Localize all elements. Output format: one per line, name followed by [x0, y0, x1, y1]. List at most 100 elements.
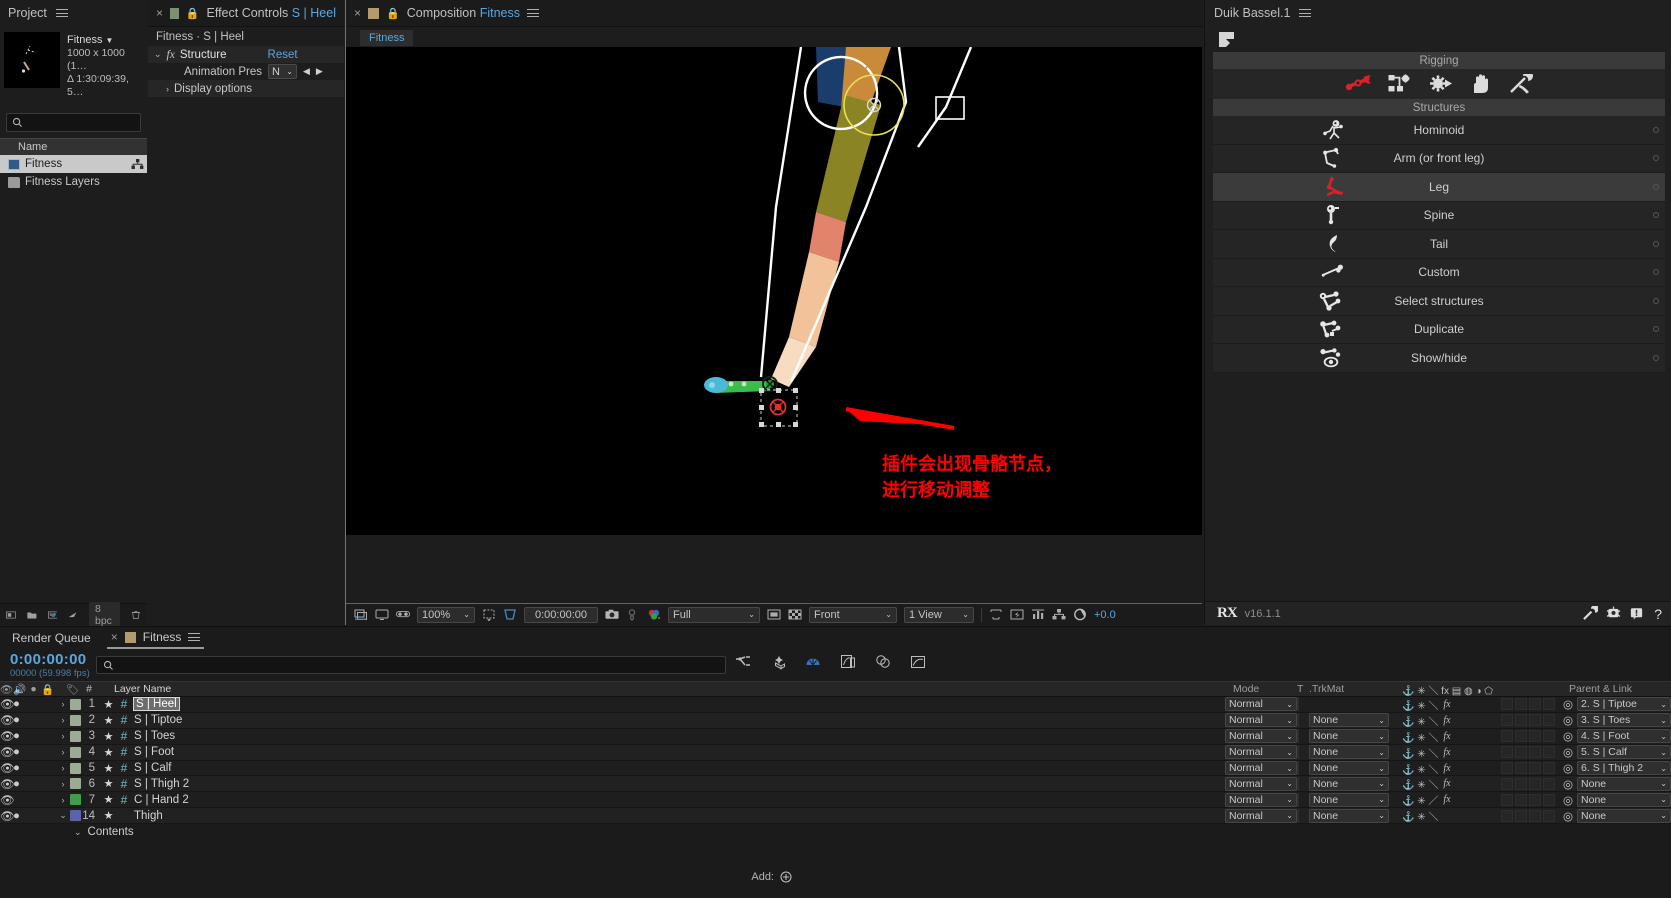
preserve-transparency-toggle[interactable]: [1297, 761, 1299, 775]
chevron-right-icon[interactable]: ›: [56, 699, 70, 709]
parent-header[interactable]: Parent & Link: [1563, 683, 1671, 695]
toggle-mask-paths-icon[interactable]: [767, 608, 781, 621]
project-item-fitness[interactable]: Fitness: [0, 155, 147, 173]
timeline-search-input[interactable]: [96, 656, 726, 674]
quality-icon[interactable]: ★: [101, 762, 116, 775]
enable-frame-blending-icon[interactable]: [770, 654, 786, 670]
3d-icon[interactable]: #: [116, 729, 132, 743]
video-toggle[interactable]: 👁: [0, 745, 15, 759]
zoom-dropdown[interactable]: 100% ⌄: [417, 606, 475, 623]
audio-toggle[interactable]: ●: [13, 762, 26, 774]
project-search-input[interactable]: [6, 113, 141, 132]
layer-label-color[interactable]: [70, 698, 81, 710]
preserve-transparency-toggle[interactable]: [1297, 776, 1299, 791]
animation-presets-dropdown[interactable]: N ⌄: [267, 64, 297, 79]
trkmat-dropdown[interactable]: None ⌄: [1309, 776, 1389, 791]
parent-pickwhip-icon[interactable]: ◎: [1563, 793, 1573, 807]
audio-toggle[interactable]: ●: [13, 778, 26, 790]
parent-dropdown[interactable]: 2. S | Tiptoe ⌄: [1577, 697, 1671, 712]
preserve-transparency-toggle[interactable]: [1297, 808, 1299, 823]
audio-toggle[interactable]: ●: [13, 810, 26, 822]
3d-glasses-icon[interactable]: [396, 608, 410, 621]
layer-name[interactable]: S | Tiptoe: [132, 714, 1225, 726]
duik-item-leg[interactable]: Leg: [1213, 173, 1665, 202]
duik-item-tail[interactable]: Tail: [1213, 230, 1665, 259]
3d-icon[interactable]: #: [116, 697, 132, 711]
resolution-dropdown[interactable]: Full ⌄: [668, 606, 760, 623]
transparency-grid-icon[interactable]: [788, 608, 802, 621]
parent-dropdown[interactable]: None ⌄: [1577, 792, 1671, 807]
chevron-right-icon[interactable]: ›: [56, 795, 70, 805]
quality-icon[interactable]: ★: [101, 793, 116, 806]
audio-toggle[interactable]: ●: [13, 698, 26, 710]
duik-item-hominoid[interactable]: Hominoid: [1213, 116, 1665, 145]
layer-label-color[interactable]: [70, 762, 81, 774]
parent-pickwhip-icon[interactable]: ◎: [1563, 729, 1573, 743]
links-constraints-icon[interactable]: [1388, 74, 1412, 94]
blend-mode-dropdown[interactable]: Normal ⌄: [1225, 776, 1297, 791]
layer-name[interactable]: S | Foot: [132, 746, 1225, 758]
chevron-right-icon[interactable]: ›: [56, 715, 70, 725]
effect-structure-header[interactable]: ⌄ fx Structure Reset: [148, 46, 344, 63]
quality-icon[interactable]: ★: [101, 698, 116, 711]
current-time-display[interactable]: 0:00:00:00: [524, 606, 598, 623]
audio-toggle[interactable]: ●: [13, 730, 26, 742]
tools-icon[interactable]: [1509, 74, 1533, 94]
lock-icon[interactable]: 🔒: [186, 7, 200, 20]
timeline-graph-icon[interactable]: [1031, 608, 1045, 621]
layer-switch-boxes[interactable]: [1501, 746, 1563, 759]
layer-switches[interactable]: ⚓ ✳ ＼: [1397, 808, 1501, 823]
parent-pickwhip-icon[interactable]: ◎: [1563, 809, 1573, 823]
layer-switches[interactable]: ⚓ ✳ ＼ fx: [1397, 745, 1501, 760]
audio-toggle[interactable]: ●: [13, 714, 26, 726]
layer-label-color[interactable]: [70, 810, 81, 822]
chevron-down-icon[interactable]: ▼: [106, 36, 114, 45]
preserve-transparency-toggle[interactable]: [1297, 697, 1299, 712]
trkmat-header[interactable]: .TrkMat: [1309, 683, 1397, 695]
quality-icon[interactable]: ★: [101, 777, 116, 790]
parent-pickwhip-icon[interactable]: ◎: [1563, 713, 1573, 727]
parent-dropdown[interactable]: None ⌄: [1577, 776, 1671, 791]
table-row[interactable]: 👁 ● › 3 ★ # S | Toes Normal ⌄ None ⌄ ⚓ ✳ ＼…: [0, 728, 1671, 745]
exposure-icon[interactable]: [1073, 608, 1087, 621]
comp-breadcrumb-fitness[interactable]: Fitness: [360, 30, 414, 46]
blend-mode-dropdown[interactable]: Normal ⌄: [1225, 729, 1297, 744]
channel-rgb-icon[interactable]: [647, 608, 661, 621]
blend-mode-dropdown[interactable]: Normal ⌄: [1225, 697, 1297, 712]
graph-editor-toggle-icon[interactable]: [910, 654, 926, 670]
blend-mode-dropdown[interactable]: Normal ⌄: [1225, 713, 1297, 728]
layer-name[interactable]: C | Hand 2: [132, 794, 1225, 806]
quality-icon[interactable]: ★: [101, 714, 116, 727]
comp-flowchart-icon[interactable]: [1052, 608, 1066, 621]
layer-stack-icon[interactable]: [875, 654, 891, 670]
help-icon[interactable]: ?: [1652, 606, 1662, 622]
layer-switches[interactable]: ⚓ ✳ ／ fx: [1397, 792, 1501, 807]
layer-switch-boxes[interactable]: [1501, 714, 1563, 727]
close-icon[interactable]: ×: [156, 6, 163, 20]
layer-switch-boxes[interactable]: [1501, 698, 1563, 711]
table-row[interactable]: 👁 ● › 1 ★ # S | Heel Normal ⌄ ⚓ ✳ ＼ fx ◎ 2…: [0, 697, 1671, 713]
effect-controls-tab-label[interactable]: Effect Controls S | Heel: [207, 6, 337, 20]
project-menu-icon[interactable]: [55, 7, 68, 20]
parent-pickwhip-icon[interactable]: ◎: [1563, 697, 1573, 711]
duik-item-show-hide[interactable]: Show/hide: [1213, 344, 1665, 373]
blend-mode-dropdown[interactable]: Normal ⌄: [1225, 792, 1297, 807]
effect-reset-button[interactable]: Reset: [268, 49, 298, 61]
layer-switches[interactable]: ⚓ ✳ ＼ fx: [1397, 776, 1501, 791]
close-icon[interactable]: ×: [111, 630, 118, 644]
parent-dropdown[interactable]: None ⌄: [1577, 808, 1671, 823]
fit-to-comp-icon[interactable]: [482, 608, 496, 621]
chevron-down-icon[interactable]: ⌄: [154, 49, 162, 60]
layer-label-color[interactable]: [70, 730, 81, 742]
preserve-transparency-toggle[interactable]: [1297, 713, 1299, 728]
wrench-icon[interactable]: [1583, 606, 1599, 621]
blend-mode-dropdown[interactable]: Normal ⌄: [1225, 808, 1297, 823]
table-row[interactable]: 👁 ● › 6 ★ # S | Thigh 2 Normal ⌄ None ⌄ ⚓ …: [0, 776, 1671, 793]
duik-item-options-dot[interactable]: [1653, 183, 1659, 190]
trkmat-dropdown[interactable]: None ⌄: [1309, 808, 1389, 823]
parent-pickwhip-icon[interactable]: ◎: [1563, 745, 1573, 759]
t-header[interactable]: T: [1297, 683, 1309, 695]
lock-icon[interactable]: 🔒: [386, 7, 400, 20]
video-toggle[interactable]: 👁: [0, 697, 15, 711]
video-toggle[interactable]: 👁: [0, 729, 15, 743]
